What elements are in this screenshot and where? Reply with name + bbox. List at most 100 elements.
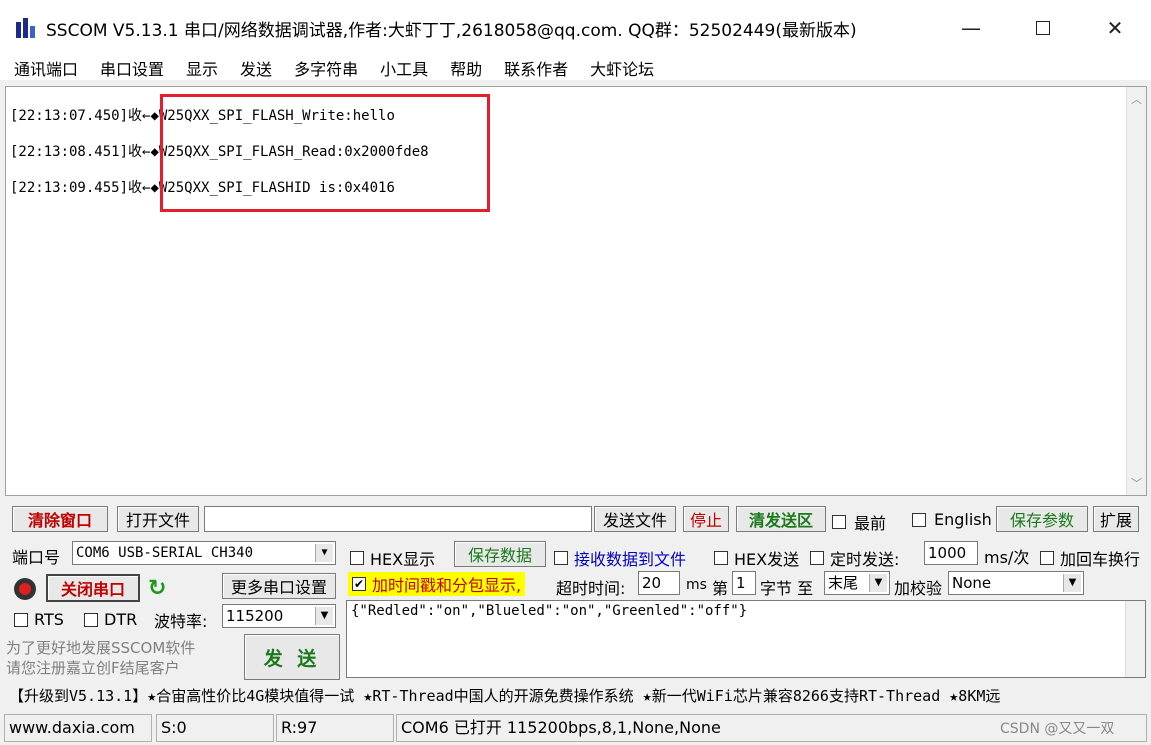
english-label: English [934,510,992,529]
baud-select-value: 115200 [226,607,284,625]
clear-send-button[interactable]: 清发送区 [736,506,826,532]
timeout-value: 20 [642,574,662,592]
chevron-down-icon[interactable]: ▼ [1063,574,1081,592]
checksum-label: 加校验 [894,579,943,598]
minimize-button[interactable]: — [948,10,994,46]
receive-timestamp: [22:13:08.451]收← [10,144,151,160]
menu-item-send[interactable]: 发送 [240,56,272,80]
chevron-down-icon[interactable]: ▼ [869,574,887,592]
menu-bar: 通讯端口 串口设置 显示 发送 多字符串 小工具 帮助 联系作者 大虾论坛 [0,56,1151,80]
save-params-button[interactable]: 保存参数 [996,506,1088,532]
close-window-button[interactable]: ✕ [1092,10,1138,46]
english-checkbox[interactable]: English [912,510,992,529]
send-file-button[interactable]: 发送文件 [594,506,676,532]
recv-to-file-checkbox[interactable]: 接收数据到文件 [554,546,686,570]
interval-value: 1000 [928,544,967,562]
start-byte-input[interactable]: 1 [732,571,756,595]
topmost-check[interactable] [832,515,846,529]
timeout-input[interactable]: 20 [638,571,680,595]
checksum-select[interactable]: None ▼ [948,571,1084,595]
hex-send-check[interactable] [714,551,728,565]
chevron-down-icon[interactable]: ▼ [315,544,333,562]
promo-text[interactable]: 为了更好地发展SSCOM软件 请您注册嘉立创F结尾客户 [6,638,195,678]
menu-item-display[interactable]: 显示 [186,56,218,80]
timeout-unit: ms [686,577,707,593]
rts-label: RTS [34,610,64,629]
baud-label: 波特率: [154,612,208,631]
app-icon [16,18,35,38]
recv-to-file-check[interactable] [554,551,568,565]
dtr-label: DTR [104,610,138,629]
close-icon: ✕ [1106,16,1124,40]
add-crlf-check[interactable] [1040,551,1054,565]
save-params-label: 保存参数 [1009,511,1074,530]
scroll-down-icon[interactable]: ﹀ [1131,475,1142,491]
save-data-button[interactable]: 保存数据 [454,541,546,567]
clear-window-label: 清除窗口 [27,511,92,530]
end-select-value: 末尾 [828,574,859,592]
send-textarea[interactable]: {"Redled":"on","Blueled":"on","Greenled"… [346,600,1146,678]
menu-item-contact[interactable]: 联系作者 [504,56,568,80]
marquee-banner[interactable]: 【升级到V5.13.1】★合宙高性价比4G模块值得一试 ★RT-Thread中国… [5,684,1147,708]
open-file-label: 打开文件 [125,511,190,530]
open-file-button[interactable]: 打开文件 [117,506,199,532]
clear-window-button[interactable]: 清除窗口 [12,506,108,532]
clear-send-label: 清发送区 [748,511,813,530]
add-crlf-label: 加回车换行 [1060,550,1141,569]
refresh-icon[interactable]: ↻ [148,576,166,601]
baud-select[interactable]: 115200 ▼ [222,604,336,628]
port-select[interactable]: COM6 USB-SERIAL CH340 ▼ [72,541,336,565]
timestamp-label: 加时间戳和分包显示, [372,576,522,595]
promo-line: 请您注册嘉立创F结尾客户 [6,659,180,677]
topmost-checkbox[interactable]: 最前 [832,510,886,534]
sent-count: S:0 [156,714,274,742]
scroll-up-icon[interactable]: ︿ [1131,91,1142,107]
rts-check[interactable] [14,612,28,627]
recv-to-file-label: 接收数据到文件 [574,550,687,569]
interval-input[interactable]: 1000 [924,541,978,565]
menu-item-help[interactable]: 帮助 [450,56,482,80]
receive-scrollbar[interactable]: ︿ ﹀ [1126,87,1146,495]
stop-button[interactable]: 停止 [683,506,729,532]
hex-display-check[interactable] [350,551,364,565]
chevron-down-icon[interactable]: ▼ [315,607,333,625]
website-link[interactable]: www.daxia.com [4,714,152,742]
timed-send-checkbox[interactable]: 定时发送: [810,546,899,570]
dtr-check[interactable] [84,612,98,627]
file-path-input[interactable] [204,506,592,532]
hex-display-checkbox[interactable]: HEX显示 [350,546,435,570]
hex-send-checkbox[interactable]: HEX发送 [714,546,799,570]
send-label: 发 送 [263,647,321,670]
port-select-value: COM6 USB-SERIAL CH340 [76,545,254,561]
send-scrollbar[interactable] [1125,601,1145,677]
watermark: CSDN @又又一双 [1000,721,1115,737]
receive-timestamp: [22:13:07.450]收← [10,108,151,124]
topmost-label: 最前 [854,514,887,533]
close-port-button[interactable]: 关闭串口 [46,574,140,602]
menu-item-serial-settings[interactable]: 串口设置 [100,56,164,80]
menu-item-tools[interactable]: 小工具 [380,56,428,80]
send-text: {"Redled":"on","Blueled":"on","Greenled"… [351,603,748,619]
end-select[interactable]: 末尾 ▼ [824,571,890,595]
timestamp-checkbox[interactable]: ✔ 加时间戳和分包显示, [348,572,526,596]
english-check[interactable] [912,512,926,527]
rts-checkbox[interactable]: RTS [14,610,64,629]
menu-item-port[interactable]: 通讯端口 [14,56,78,80]
send-button[interactable]: 发 送 [244,634,340,680]
dtr-checkbox[interactable]: DTR [84,610,137,629]
byte-to-label: 字节 至 [760,579,814,598]
add-crlf-checkbox[interactable]: 加回车换行 [1040,546,1140,570]
timed-send-check[interactable] [810,551,824,565]
more-serial-settings-button[interactable]: 更多串口设置 [222,573,336,599]
port-status-icon [14,578,36,600]
port-state: COM6 已打开 115200bps,8,1,None,None [401,718,721,737]
maximize-button[interactable] [1020,10,1066,46]
send-file-label: 发送文件 [602,511,667,530]
checksum-select-value: None [952,574,992,592]
title-bar[interactable]: SSCOM V5.13.1 串口/网络数据调试器,作者:大虾丁丁,2618058… [0,0,1151,56]
timestamp-check[interactable]: ✔ [352,577,366,591]
menu-item-multi-string[interactable]: 多字符串 [294,56,358,80]
expand-button[interactable]: 扩展 [1093,506,1139,532]
menu-item-forum[interactable]: 大虾论坛 [590,56,654,80]
timeout-label: 超时时间: [556,579,626,598]
